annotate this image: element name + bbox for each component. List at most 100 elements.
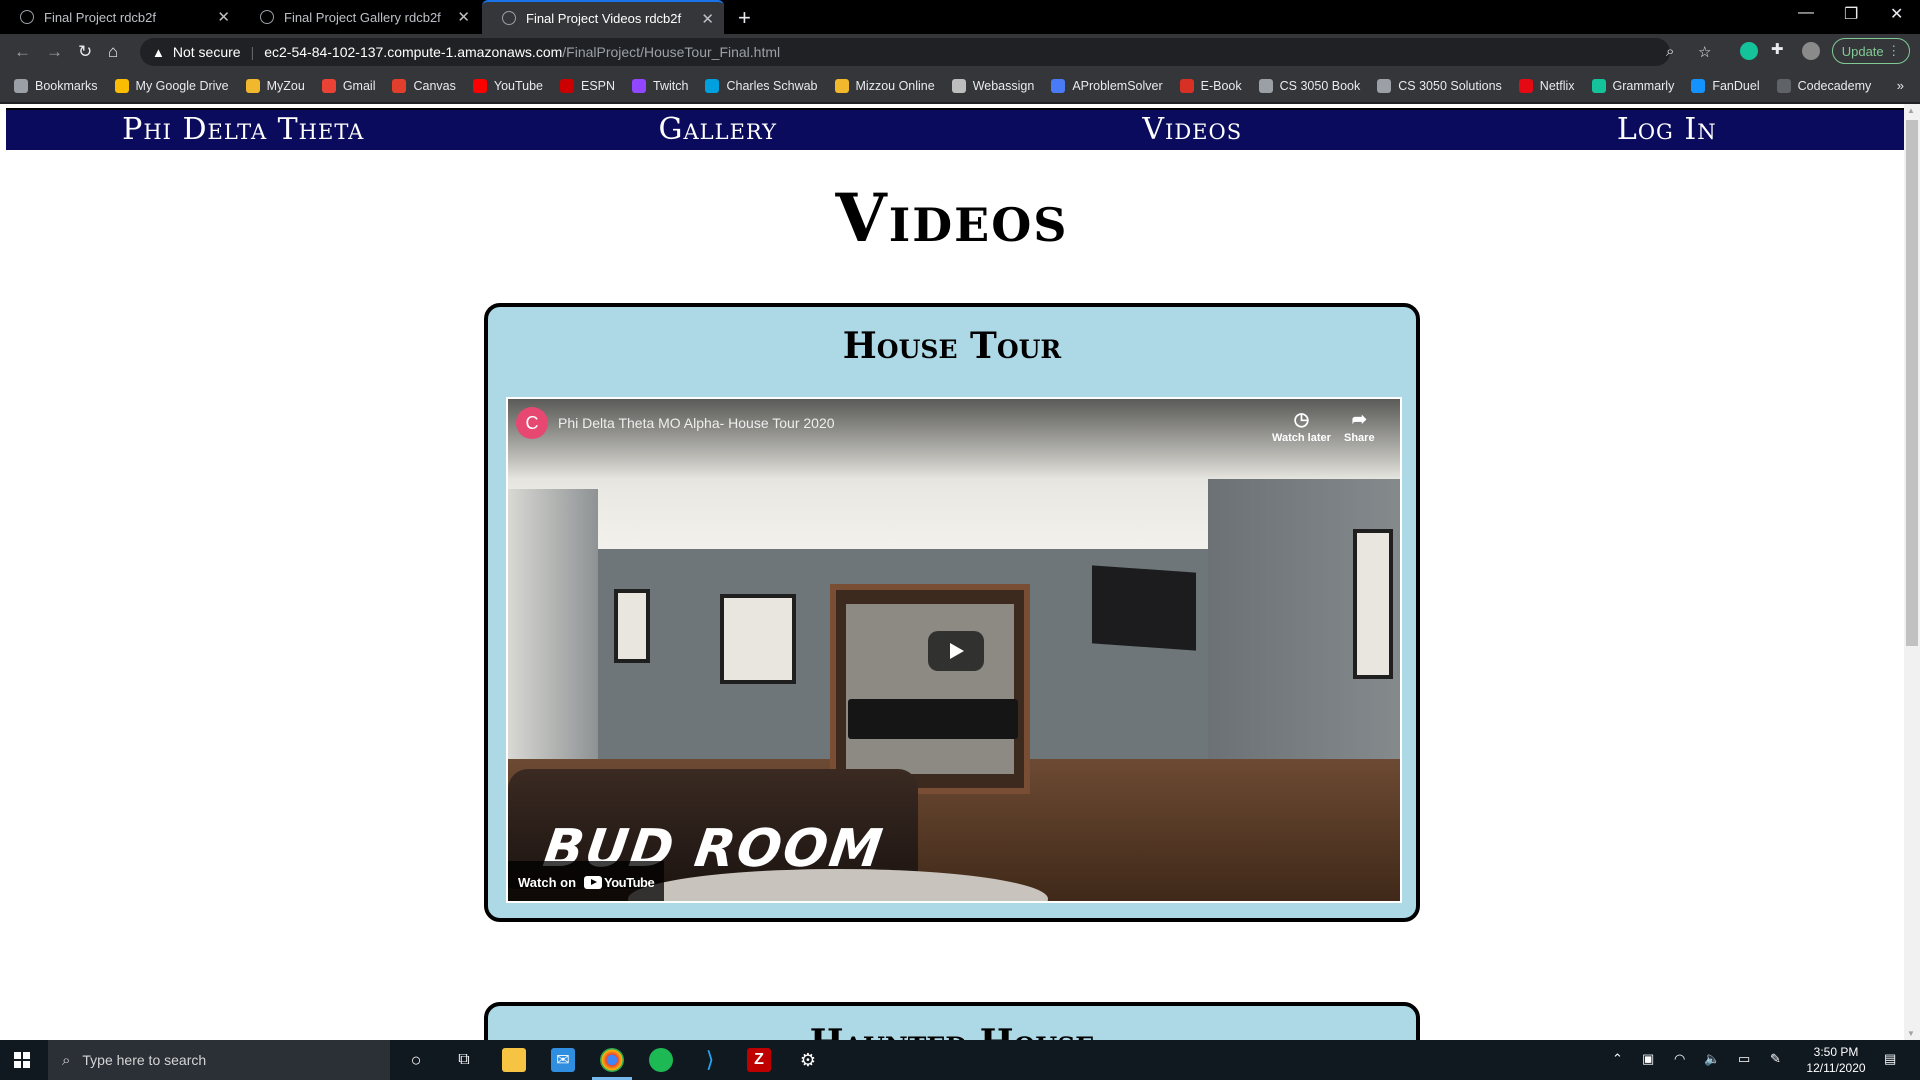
file-explorer-icon[interactable]	[502, 1048, 526, 1072]
youtube-icon	[584, 875, 603, 889]
bookmark-item[interactable]: Mizzou Online	[834, 79, 935, 93]
gmail-icon	[321, 79, 336, 93]
bookmark-item[interactable]: Charles Schwab	[705, 79, 818, 93]
bookmarks-overflow-icon[interactable]: »	[1897, 78, 1904, 93]
close-tab-icon[interactable]: ✕	[217, 8, 230, 26]
close-tab-icon[interactable]: ✕	[457, 8, 470, 26]
windows-start-icon[interactable]	[14, 1052, 30, 1068]
video-frame-tv	[1092, 565, 1196, 651]
bookmark-item[interactable]: Grammarly	[1591, 79, 1674, 93]
tray-app-icon[interactable]: ▣	[1642, 1051, 1654, 1067]
solutions-icon	[1377, 79, 1392, 93]
bookmark-star-icon[interactable]: ☆	[1698, 43, 1711, 61]
battery-icon[interactable]: ▭	[1738, 1051, 1750, 1067]
share-button[interactable]: ➦ Share	[1344, 409, 1375, 444]
clock-time: 3:50 PM	[1813, 1045, 1859, 1059]
nav-gallery-link[interactable]: Gallery	[481, 110, 956, 150]
nav-videos-link[interactable]: Videos	[955, 110, 1430, 150]
spotify-icon[interactable]	[649, 1048, 673, 1072]
grammarly-extension-icon[interactable]	[1740, 42, 1758, 60]
google-drive-icon	[114, 79, 129, 93]
scrollbar-thumb[interactable]	[1906, 120, 1918, 646]
watch-on-youtube-button[interactable]: Watch on YouTube	[508, 861, 665, 901]
star-icon	[14, 79, 28, 93]
aproblemsolver-icon	[1051, 79, 1066, 93]
page-scrollbar[interactable]: ▲ ▼	[1904, 104, 1920, 1040]
close-window-icon[interactable]: ✕	[1890, 4, 1903, 24]
home-icon[interactable]: ⌂	[108, 42, 118, 62]
bookmark-item[interactable]: YouTube	[472, 79, 543, 93]
channel-avatar[interactable]: C	[516, 407, 548, 439]
notifications-icon[interactable]: ▤	[1884, 1051, 1896, 1067]
volume-icon[interactable]: 🔈	[1704, 1051, 1720, 1067]
bookmark-label: Charles Schwab	[726, 79, 818, 93]
chrome-icon[interactable]	[600, 1048, 624, 1072]
task-view-icon[interactable]: ⧉	[452, 1048, 476, 1072]
cortana-icon[interactable]: ○	[404, 1048, 428, 1072]
security-label[interactable]: Not secure	[173, 44, 241, 60]
bookmark-item[interactable]: AProblemSolver	[1051, 79, 1163, 93]
reload-icon[interactable]: ↻	[78, 42, 92, 62]
bookmark-item[interactable]: Bookmarks	[14, 79, 98, 93]
tab-final-project-gallery[interactable]: Final Project Gallery rdcb2f ✕	[240, 0, 480, 34]
browser-toolbar: ← → ↻ ⌂ ▲ Not secure | ec2-54-84-102-137…	[0, 34, 1920, 70]
update-button[interactable]: Update ⋮	[1832, 38, 1910, 64]
youtube-icon	[472, 79, 487, 93]
bookmark-item[interactable]: FanDuel	[1691, 79, 1760, 93]
bookmark-item[interactable]: Netflix	[1518, 79, 1575, 93]
myzou-icon	[245, 79, 260, 93]
tab-final-project[interactable]: Final Project rdcb2f ✕	[0, 0, 240, 34]
bookmark-item[interactable]: Twitch	[632, 79, 688, 93]
globe-icon	[20, 10, 34, 24]
taskbar-search[interactable]: ⌕ Type here to search	[48, 1040, 390, 1080]
minimize-icon[interactable]: —	[1798, 4, 1814, 22]
warning-icon: ▲	[152, 44, 165, 60]
zoom-search-icon[interactable]: ⌕	[1666, 43, 1674, 60]
page-viewport: Phi Delta Theta Gallery Videos Log In Vi…	[0, 104, 1920, 1040]
bookmark-item[interactable]: E-Book	[1179, 79, 1242, 93]
vscode-icon[interactable]: ⟩	[698, 1047, 722, 1072]
bookmark-item[interactable]: Codecademy	[1776, 79, 1871, 93]
bookmark-label: FanDuel	[1712, 79, 1760, 93]
watch-later-button[interactable]: ◷ Watch later	[1272, 409, 1331, 444]
network-icon[interactable]: ◠	[1674, 1051, 1685, 1067]
youtube-embed[interactable]: C Phi Delta Theta MO Alpha- House Tour 2…	[506, 397, 1402, 903]
nav-login-link[interactable]: Log In	[1430, 110, 1905, 150]
tray-chevron-icon[interactable]: ⌃	[1612, 1051, 1623, 1067]
video-frame-pool-table	[848, 699, 1018, 739]
mail-icon[interactable]: ✉	[551, 1048, 575, 1072]
tab-final-project-videos[interactable]: Final Project Videos rdcb2f ✕	[482, 0, 724, 34]
nav-home-link[interactable]: Phi Delta Theta	[6, 110, 481, 150]
settings-gear-icon[interactable]: ⚙	[796, 1048, 820, 1072]
play-button[interactable]	[928, 631, 984, 671]
channel-initial: C	[525, 412, 539, 433]
bookmark-item[interactable]: My Google Drive	[114, 79, 229, 93]
taskbar-clock[interactable]: 3:50 PM 12/11/2020	[1800, 1044, 1872, 1076]
new-tab-icon[interactable]: +	[738, 5, 751, 31]
extensions-puzzle-icon[interactable]: ✚	[1771, 40, 1789, 58]
close-tab-icon[interactable]: ✕	[701, 10, 714, 28]
restore-icon[interactable]: ❐	[1844, 4, 1858, 24]
bookmark-item[interactable]: CS 3050 Solutions	[1377, 79, 1502, 93]
video-frame-picture	[720, 594, 796, 684]
filezilla-icon[interactable]: Z	[747, 1048, 771, 1072]
pen-icon[interactable]: ✎	[1770, 1051, 1781, 1067]
bookmark-item[interactable]: CS 3050 Book	[1258, 79, 1360, 93]
video-title[interactable]: Phi Delta Theta MO Alpha- House Tour 202…	[558, 415, 835, 431]
bookmark-label: Canvas	[413, 79, 456, 93]
bookmark-item[interactable]: MyZou	[245, 79, 305, 93]
address-bar[interactable]: ▲ Not secure | ec2-54-84-102-137.compute…	[140, 38, 1711, 66]
update-label: Update	[1841, 43, 1884, 59]
bookmark-label: ESPN	[581, 79, 616, 93]
browser-chrome: Final Project rdcb2f ✕ Final Project Gal…	[0, 0, 1920, 104]
bookmark-item[interactable]: Webassign	[951, 79, 1034, 93]
bookmark-item[interactable]: ESPN	[560, 79, 615, 93]
profile-avatar[interactable]	[1802, 42, 1820, 60]
back-icon[interactable]: ←	[14, 42, 31, 62]
forward-icon[interactable]: →	[46, 42, 63, 62]
globe-icon	[1258, 79, 1273, 93]
bookmark-item[interactable]: Gmail	[321, 79, 375, 93]
scroll-down-icon[interactable]: ▼	[1907, 1029, 1915, 1038]
bookmark-item[interactable]: Canvas	[392, 79, 456, 93]
scroll-up-icon[interactable]: ▲	[1907, 106, 1915, 115]
